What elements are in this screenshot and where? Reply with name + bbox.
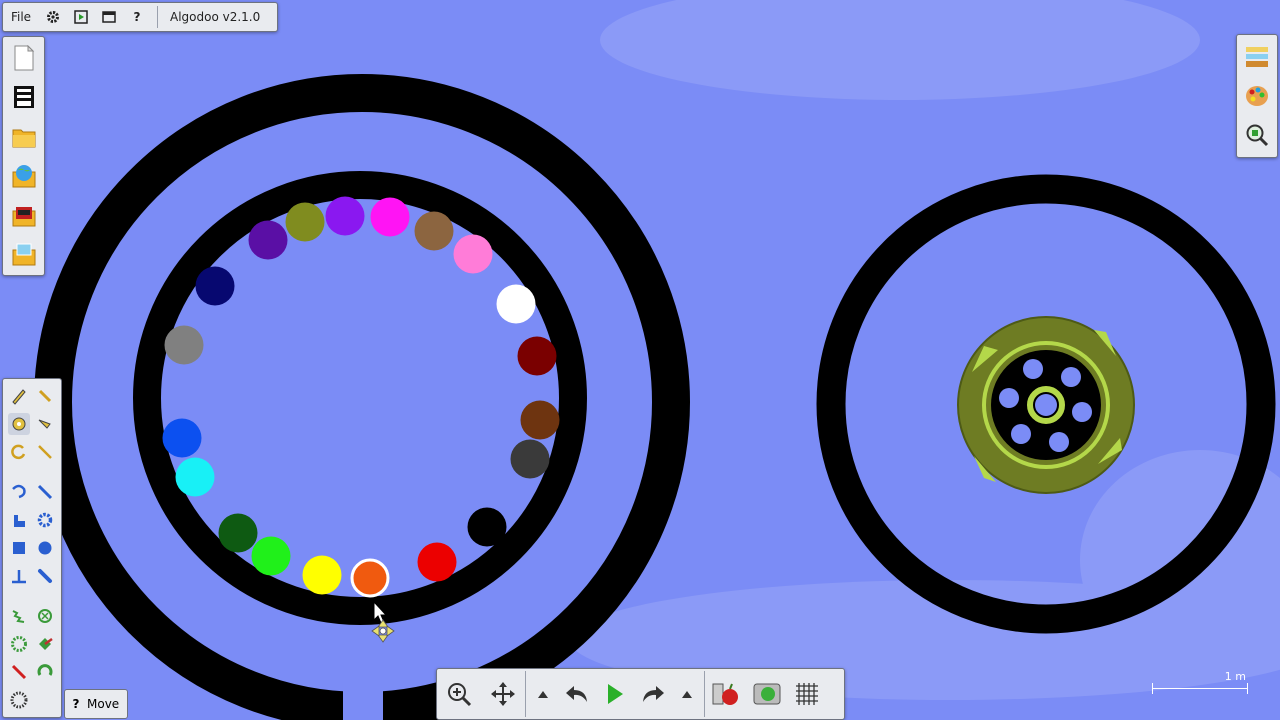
ball-dark-brown[interactable] (520, 400, 560, 440)
rotor-wheel[interactable] (957, 316, 1135, 494)
hinge-tool-icon[interactable] (34, 605, 56, 627)
file-toolbar (2, 36, 45, 276)
ball-dark-red[interactable] (517, 336, 557, 376)
menu-bar: File ? Algodoo v2.1.0 (2, 2, 278, 32)
ball-orange[interactable] (350, 558, 390, 598)
menu-divider (157, 6, 158, 28)
grid-icon[interactable] (787, 669, 827, 719)
grab-tool-icon[interactable] (8, 509, 30, 531)
zoom-inspect-icon[interactable] (1242, 119, 1272, 151)
world-browse-icon[interactable] (10, 161, 38, 191)
sketch-tool-icon[interactable] (8, 385, 30, 407)
tools-toolbar (2, 378, 62, 718)
ball-navy[interactable] (195, 266, 235, 306)
ball-yellow[interactable] (302, 555, 342, 595)
move-tool-icon[interactable] (8, 413, 30, 435)
gear-tool-icon[interactable] (34, 509, 56, 531)
ball-gray[interactable] (164, 325, 204, 365)
app-title: Algodoo v2.1.0 (170, 10, 261, 24)
materials-icon[interactable] (1242, 41, 1272, 73)
photo-album-icon[interactable] (10, 200, 38, 230)
simulation-toolbar (436, 668, 845, 720)
ball-pink[interactable] (453, 234, 493, 274)
ring-gap (343, 680, 383, 720)
ball-lime[interactable] (251, 536, 291, 576)
thruster-tool-icon[interactable] (34, 633, 56, 655)
brush-tool-icon[interactable] (34, 385, 56, 407)
spring-tool-icon[interactable] (8, 605, 30, 627)
ball-blue[interactable] (162, 418, 202, 458)
open-folder-icon[interactable] (10, 122, 38, 152)
right-toolbar (1236, 34, 1278, 158)
undo-icon[interactable] (560, 669, 594, 719)
settings-icon[interactable] (39, 3, 67, 31)
zoom-icon[interactable] (437, 669, 481, 719)
rope-tool-icon[interactable] (8, 481, 30, 503)
ball-charcoal[interactable] (510, 439, 550, 479)
window-icon[interactable] (95, 3, 123, 31)
scale-indicator: 1 m (1150, 670, 1250, 700)
ball-violet[interactable] (325, 196, 365, 236)
ball-white[interactable] (496, 284, 536, 324)
scale-tick (1247, 683, 1248, 694)
tracer-tool-icon[interactable] (34, 661, 56, 683)
help-icon[interactable]: ? (65, 697, 87, 711)
tool-hint: ? Move (64, 689, 128, 719)
pan-icon[interactable] (481, 669, 525, 719)
ball-magenta[interactable] (370, 197, 410, 237)
chain-tool-icon[interactable] (34, 565, 56, 587)
ball-dark-green[interactable] (218, 513, 258, 553)
plane-tool-icon[interactable] (8, 565, 30, 587)
inner-ring[interactable] (133, 171, 587, 625)
ball-cyan[interactable] (175, 457, 215, 497)
knife-tool-icon[interactable] (34, 481, 56, 503)
redo-history-arrow-icon[interactable] (670, 669, 704, 719)
new-scene-icon[interactable] (10, 43, 38, 73)
ball-olive[interactable] (285, 202, 325, 242)
drag-tool-icon[interactable] (34, 413, 56, 435)
scene-canvas[interactable] (0, 0, 1280, 720)
ball-brown[interactable] (414, 211, 454, 251)
scale-bar (1152, 688, 1248, 689)
liquify-icon[interactable] (747, 669, 787, 719)
ball-purple[interactable] (248, 220, 288, 260)
scale-tick (1152, 683, 1153, 694)
current-tool-label: Move (87, 697, 120, 711)
play-window-icon[interactable] (67, 3, 95, 31)
ball-red[interactable] (417, 542, 457, 582)
ball-black[interactable] (467, 507, 507, 547)
rotate-tool-icon[interactable] (8, 441, 30, 463)
scale-label: 1 m (1224, 670, 1246, 683)
circle-tool-icon[interactable] (34, 537, 56, 559)
texture-tool-icon[interactable] (8, 689, 30, 711)
redo-icon[interactable] (636, 669, 670, 719)
laser-tool-icon[interactable] (8, 661, 30, 683)
scale-tool-icon[interactable] (34, 441, 56, 463)
file-menu[interactable]: File (3, 3, 39, 31)
help-icon[interactable]: ? (123, 3, 151, 31)
undo-history-arrow-icon[interactable] (526, 669, 560, 719)
scene-gallery-icon[interactable] (10, 239, 38, 269)
play-icon[interactable] (594, 669, 636, 719)
fixate-tool-icon[interactable] (8, 633, 30, 655)
blank-scene-icon[interactable] (10, 82, 38, 112)
box-tool-icon[interactable] (8, 537, 30, 559)
palette-icon[interactable] (1242, 80, 1272, 112)
material-fruit-icon[interactable] (705, 669, 747, 719)
